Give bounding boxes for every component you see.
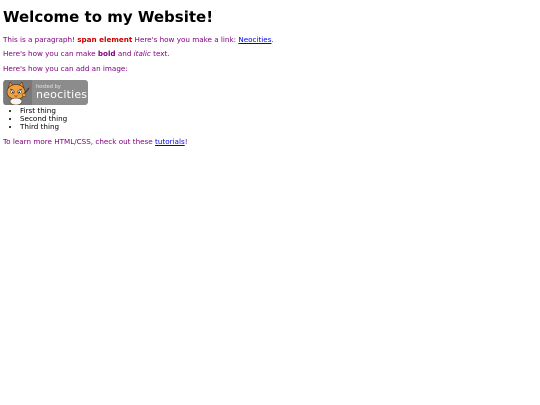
badge-neocities-text: neocities — [36, 88, 88, 101]
tutorials-link[interactable]: tutorials — [155, 137, 185, 146]
intro-paragraph: This is a paragraph! span element Here's… — [3, 35, 533, 45]
formatting-lead: Here's how you can make — [3, 49, 98, 58]
link-intro-text: Here's how you make a link: — [132, 35, 239, 44]
span-element-text: span element — [77, 35, 133, 44]
tutorials-paragraph: To learn more HTML/CSS, check out these … — [3, 137, 533, 147]
tutorials-lead: To learn more HTML/CSS, check out these — [3, 137, 156, 146]
bold-text: bold — [97, 49, 116, 58]
formatting-paragraph: Here's how you can make bold and italic … — [3, 49, 533, 59]
italic-text: italic — [133, 49, 151, 58]
intro-text: This is a paragraph! — [3, 35, 78, 44]
tutorials-end: ! — [184, 137, 188, 146]
bullet-list: First thing Second thing Third thing — [3, 107, 533, 131]
neocities-link[interactable]: Neocities — [238, 35, 271, 44]
neocities-badge-image: hosted by neocities — [3, 80, 88, 105]
list-item: Third thing — [20, 123, 533, 131]
formatting-end: text. — [150, 49, 170, 58]
list-item: Second thing — [20, 115, 533, 123]
formatting-middle: and — [115, 49, 134, 58]
image-paragraph: Here's how you can add an image: — [3, 64, 128, 73]
intro-end: . — [271, 35, 274, 44]
page-content: Welcome to my Website! This is a paragra… — [3, 0, 533, 147]
neocities-cat-icon — [4, 80, 32, 105]
list-item: First thing — [20, 107, 533, 115]
page-title: Welcome to my Website! — [3, 8, 214, 26]
